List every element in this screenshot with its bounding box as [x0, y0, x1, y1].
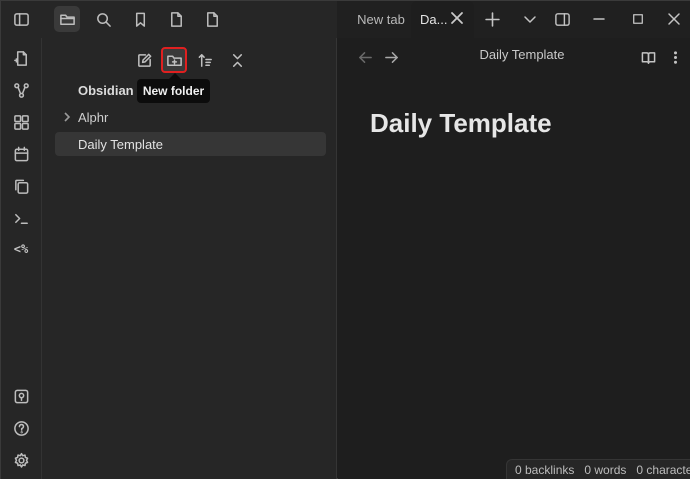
file-icon[interactable] [163, 6, 189, 32]
tab-daily-template[interactable]: Da... [411, 1, 474, 38]
tree-folder-alphr[interactable]: Alphr [55, 105, 326, 129]
terminal-command-palette-icon[interactable] [9, 206, 33, 230]
toggle-right-sidebar-icon[interactable] [549, 6, 575, 32]
new-tab-plus-icon[interactable] [479, 6, 505, 32]
files-tab-folder-icon[interactable] [54, 6, 80, 32]
daily-note-calendar-icon[interactable] [9, 142, 33, 166]
sort-order-button[interactable] [192, 47, 218, 73]
left-ribbon: <% [1, 38, 42, 479]
app-window: New tab Da... <% New folder Obsidian Alp… [0, 0, 690, 479]
minimize-icon[interactable] [586, 6, 612, 32]
new-folder-tooltip: New folder [137, 73, 210, 103]
new-folder-button[interactable] [161, 47, 187, 73]
editor-pane: Daily Template Daily Template [338, 38, 690, 479]
document-title[interactable]: Daily Template [370, 108, 552, 139]
window-close-icon[interactable] [661, 6, 687, 32]
templates-icon[interactable]: <% [9, 237, 33, 261]
collapse-all-button[interactable] [224, 47, 250, 73]
tree-file-daily-template[interactable]: Daily Template [55, 132, 326, 156]
graph-view-icon[interactable] [9, 78, 33, 102]
settings-gear-icon[interactable] [9, 448, 33, 472]
backlinks-count[interactable]: 0 backlinks [515, 463, 574, 477]
character-count: 0 characters [636, 463, 690, 477]
help-icon[interactable] [9, 416, 33, 440]
tab-label: Da... [420, 12, 448, 27]
search-icon[interactable] [90, 6, 116, 32]
tree-item-label: Alphr [78, 109, 109, 125]
copy-files-icon[interactable] [9, 174, 33, 198]
canvas-icon[interactable] [9, 110, 33, 134]
open-quick-switcher-icon[interactable] [9, 46, 33, 70]
tree-item-label: Daily Template [78, 136, 164, 152]
word-count: 0 words [584, 463, 627, 477]
templates-label: <% [13, 242, 29, 256]
vault-name[interactable]: Obsidian Vault [78, 83, 138, 98]
title-bar: New tab Da... [1, 1, 690, 38]
chevron-down-icon[interactable] [517, 6, 543, 32]
open-vault-icon[interactable] [9, 384, 33, 408]
toggle-left-sidebar-icon[interactable] [8, 6, 34, 32]
bookmark-icon[interactable] [127, 6, 153, 32]
reading-view-book-icon[interactable] [637, 46, 659, 68]
tab-new-tab[interactable]: New tab [351, 1, 411, 38]
more-options-icon[interactable] [664, 46, 686, 68]
file-outline-icon[interactable] [199, 6, 225, 32]
close-tab-icon[interactable] [450, 11, 466, 27]
tab-label: New tab [357, 12, 405, 27]
status-bar: 0 backlinks 0 words 0 characters [506, 459, 690, 479]
maximize-icon[interactable] [625, 6, 651, 32]
new-note-button[interactable] [131, 47, 157, 73]
chevron-right-icon[interactable] [55, 112, 78, 122]
